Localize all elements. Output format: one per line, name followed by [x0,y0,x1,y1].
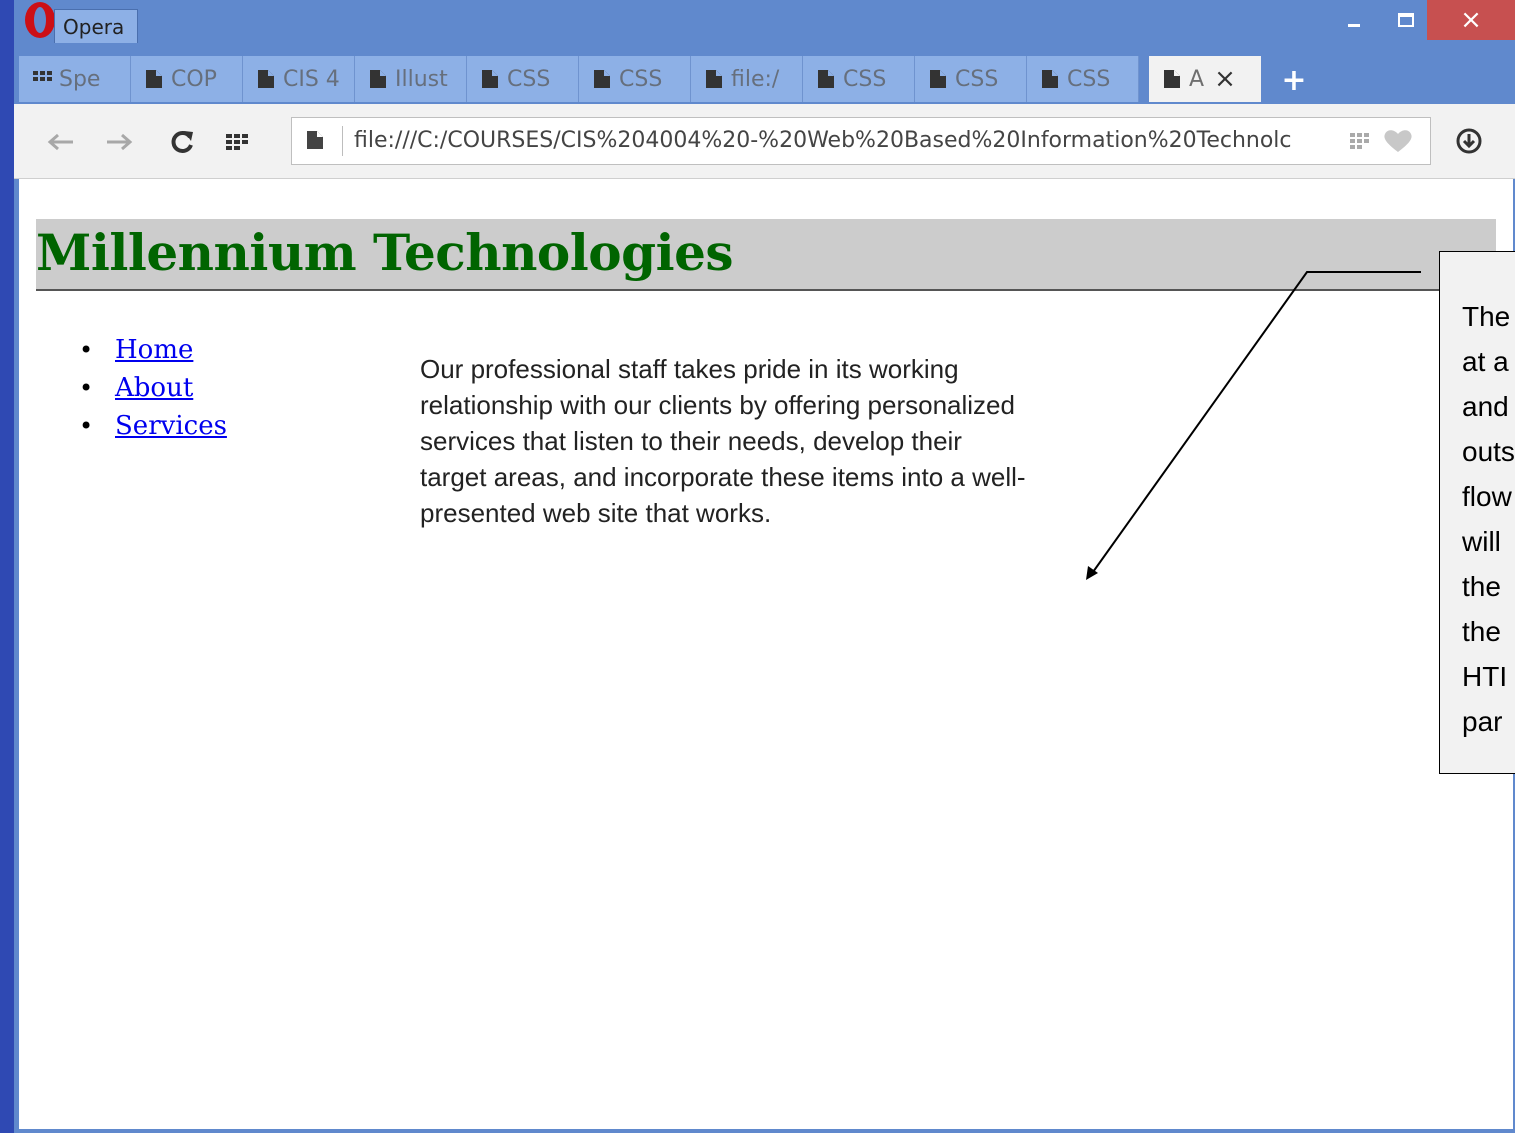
tab-css-4[interactable]: CSS [915,56,1027,102]
title-bar: Opera × [14,0,1515,46]
forward-arrow-icon [107,133,133,151]
tab-label: CSS [619,66,663,92]
address-bar[interactable]: file:///C:/COURSES/CIS%204004%20-%20Web%… [291,117,1431,165]
tab-css-3[interactable]: CSS [803,56,915,102]
document-icon [929,69,947,89]
close-icon: × [1460,5,1482,35]
page-viewport: Millennium Technologies Home About Servi… [19,179,1513,1129]
site-navigation: Home About Services [79,331,227,445]
page-header: Millennium Technologies [36,219,1496,291]
document-icon [1041,69,1059,89]
url-text[interactable]: file:///C:/COURSES/CIS%204004%20-%20Web%… [354,118,1344,164]
new-tab-button[interactable]: + [1276,60,1312,100]
window-title: Opera [54,9,138,43]
tab-cop[interactable]: COP [131,56,243,102]
navigation-bar: file:///C:/COURSES/CIS%204004%20-%20Web%… [14,104,1515,179]
callout-text: The at a and outs flow will the the HTI … [1462,294,1515,744]
speed-dial-icon [226,134,248,150]
download-button[interactable] [1451,123,1487,159]
document-icon [481,69,499,89]
callout-line: flow [1462,481,1512,512]
callout-box: The at a and outs flow will the the HTI … [1439,251,1515,774]
reload-button[interactable] [164,124,200,160]
speed-dial-button[interactable] [220,124,256,160]
tab-label: Illust [395,66,448,92]
callout-line: the [1462,571,1501,602]
tab-css-5[interactable]: CSS [1027,56,1139,102]
document-icon [593,69,611,89]
page-title: Millennium Technologies [36,223,734,282]
address-separator [342,126,343,156]
about-link[interactable]: About [115,373,193,403]
document-icon [145,69,163,89]
callout-line: at a [1462,346,1509,377]
tab-label: CIS 4 [283,66,340,92]
download-icon [1456,128,1482,154]
tab-illust[interactable]: Illust [355,56,467,102]
tab-close-icon[interactable]: × [1214,64,1236,94]
callout-line: will [1462,526,1501,557]
tab-label: Spe [59,66,101,92]
tab-file[interactable]: file:/ [691,56,803,102]
document-icon [369,69,387,89]
browser-window: Opera × Spe COP CIS 4 Illust CSS CSS fil… [14,0,1515,1133]
body-paragraph: Our professional staff takes pride in it… [420,354,1026,528]
tab-cis[interactable]: CIS 4 [243,56,355,102]
page-info-icon[interactable] [306,130,324,154]
callout-line: par [1462,706,1503,737]
tab-label: CSS [1067,66,1111,92]
speed-dial-icon [33,69,52,89]
tab-label: COP [171,66,217,92]
tab-label: A [1189,66,1205,92]
tab-bar: Spe COP CIS 4 Illust CSS CSS file:/ CSS [14,56,1515,104]
close-window-button[interactable]: × [1427,0,1515,40]
callout-line: HTI [1462,661,1508,692]
tab-label: CSS [955,66,999,92]
back-arrow-icon [47,133,73,151]
nav-item-home: Home [79,331,227,369]
document-icon [257,69,275,89]
forward-button[interactable] [102,124,138,160]
heart-icon[interactable] [1382,128,1414,158]
maximize-button[interactable] [1384,0,1428,40]
minimize-button[interactable] [1332,0,1376,40]
tab-css-1[interactable]: CSS [467,56,579,102]
nav-item-about: About [79,369,227,407]
tab-active[interactable]: A × [1149,56,1261,102]
document-icon [1163,69,1181,89]
nav-item-services: Services [79,407,227,445]
tab-speed-dial[interactable]: Spe [19,56,131,102]
maximize-icon [1398,13,1414,27]
callout-line: outs [1462,436,1515,467]
tab-css-2[interactable]: CSS [579,56,691,102]
document-icon [817,69,835,89]
tab-label: file:/ [731,66,780,92]
callout-line: the [1462,616,1501,647]
document-icon [705,69,723,89]
callout-line: and [1462,391,1509,422]
tab-label: CSS [507,66,551,92]
minimize-icon [1348,24,1360,27]
tab-label: CSS [843,66,887,92]
home-link[interactable]: Home [115,335,193,365]
add-to-speed-dial-icon[interactable] [1350,132,1372,154]
back-button[interactable] [42,124,78,160]
callout-line: The [1462,301,1511,332]
services-link[interactable]: Services [115,411,227,441]
reload-icon [171,131,193,153]
